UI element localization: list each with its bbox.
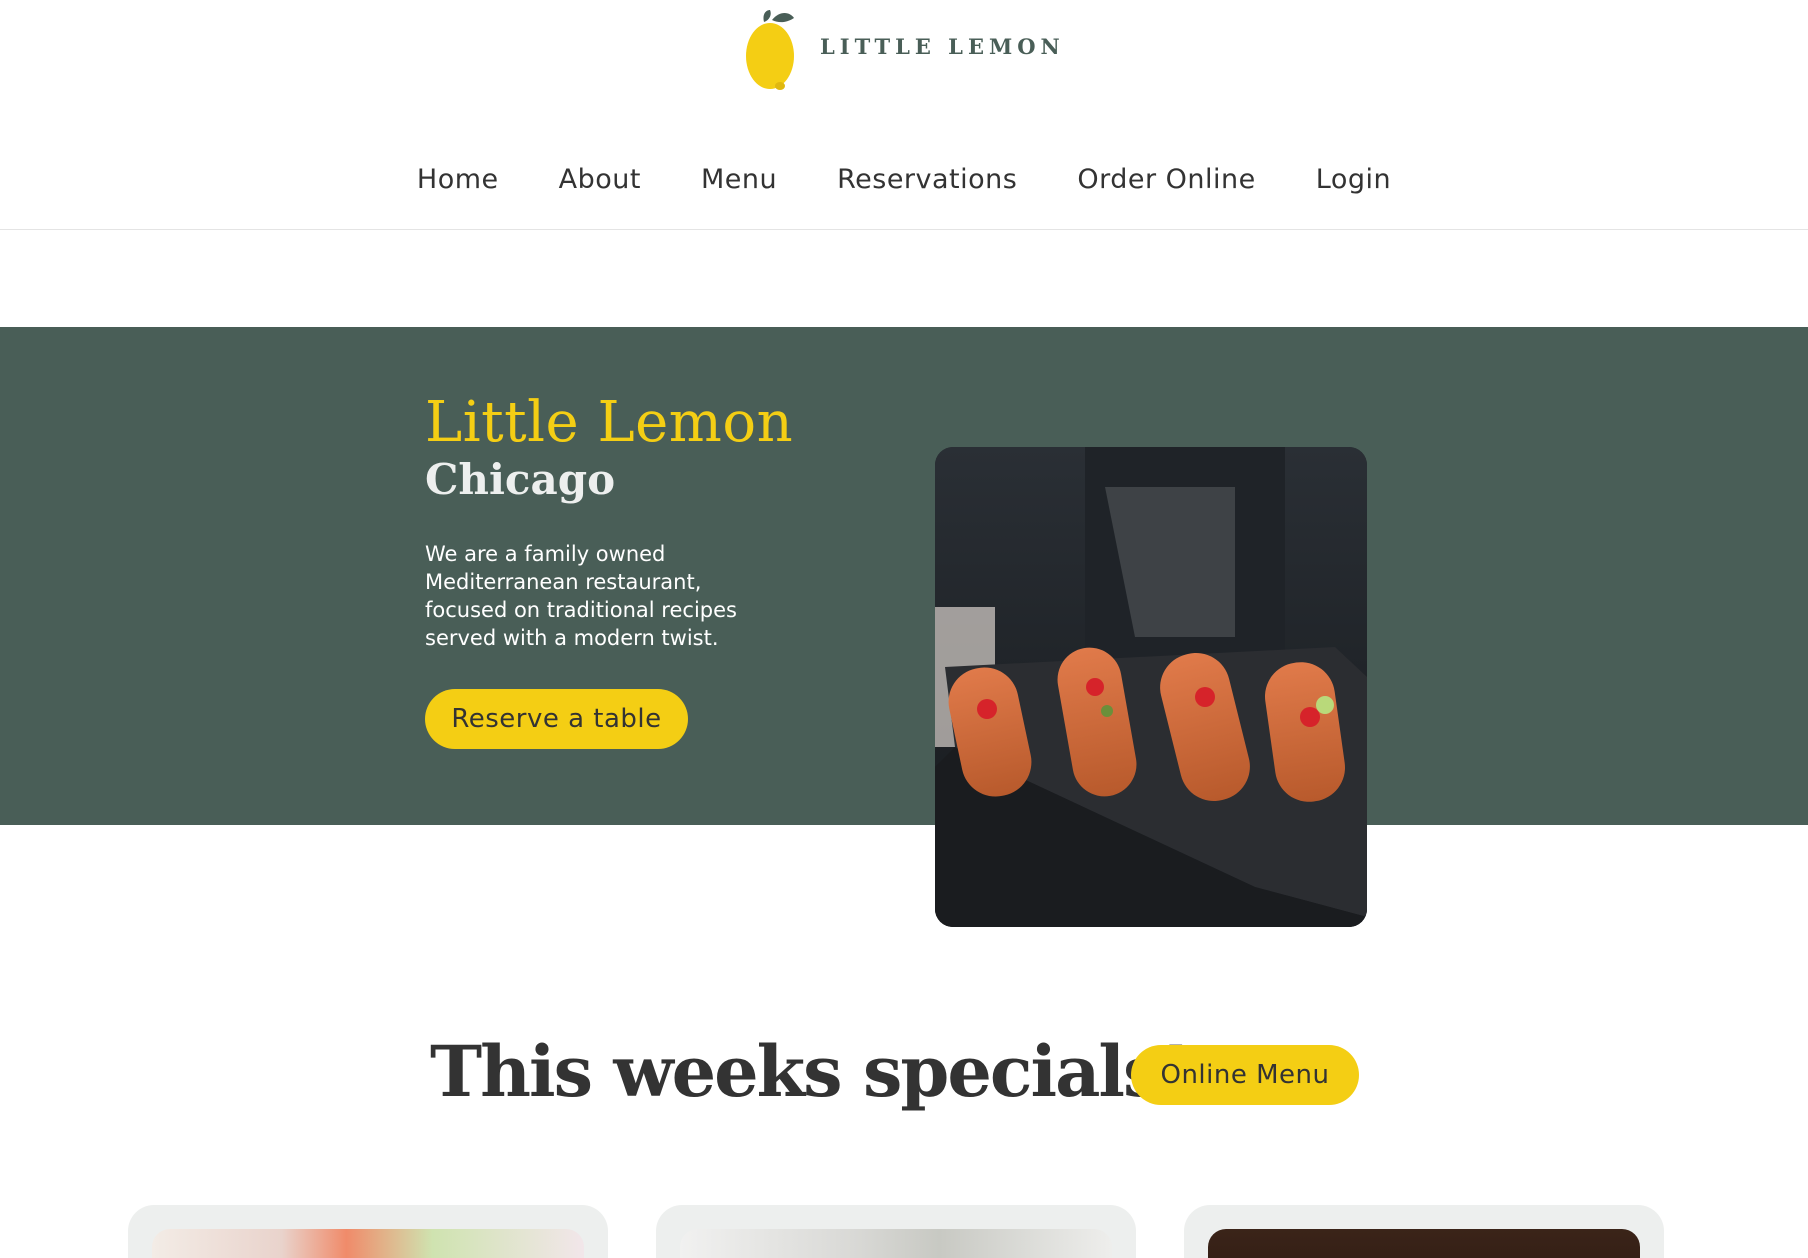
restaurant-food-photo-icon [935,447,1367,927]
nav-item-menu[interactable]: Menu [701,164,777,195]
specials-title: This weeks specials! [430,1030,1191,1113]
hero-section [0,327,1808,825]
site-header: LITTLE LEMON Home About Menu Reservation… [0,0,1808,230]
online-menu-button[interactable]: Online Menu [1131,1045,1359,1105]
greek-salad-photo-icon [152,1229,584,1258]
main-nav: Home About Menu Reservations Order Onlin… [0,164,1808,195]
special-card[interactable] [1184,1205,1664,1258]
hero-title: Little Lemon [425,390,794,455]
nav-item-login[interactable]: Login [1316,164,1391,195]
nav-item-order-online[interactable]: Order Online [1077,164,1255,195]
lemon-dessert-photo-icon [1208,1229,1640,1258]
bruschetta-photo-icon [680,1229,1112,1258]
reserve-table-button[interactable]: Reserve a table [425,689,688,749]
nav-item-about[interactable]: About [559,164,641,195]
hero-subtitle: Chicago [425,455,616,504]
nav-item-home[interactable]: Home [417,164,499,195]
logo-text: LITTLE LEMON [820,33,1065,59]
nav-item-reservations[interactable]: Reservations [837,164,1017,195]
lemon-logo-icon [746,10,794,90]
hero-description: We are a family owned Mediterranean rest… [425,542,737,650]
site-logo[interactable]: LITTLE LEMON [744,8,1065,92]
hero-image [935,447,1367,927]
special-card[interactable] [656,1205,1136,1258]
special-card[interactable] [128,1205,608,1258]
